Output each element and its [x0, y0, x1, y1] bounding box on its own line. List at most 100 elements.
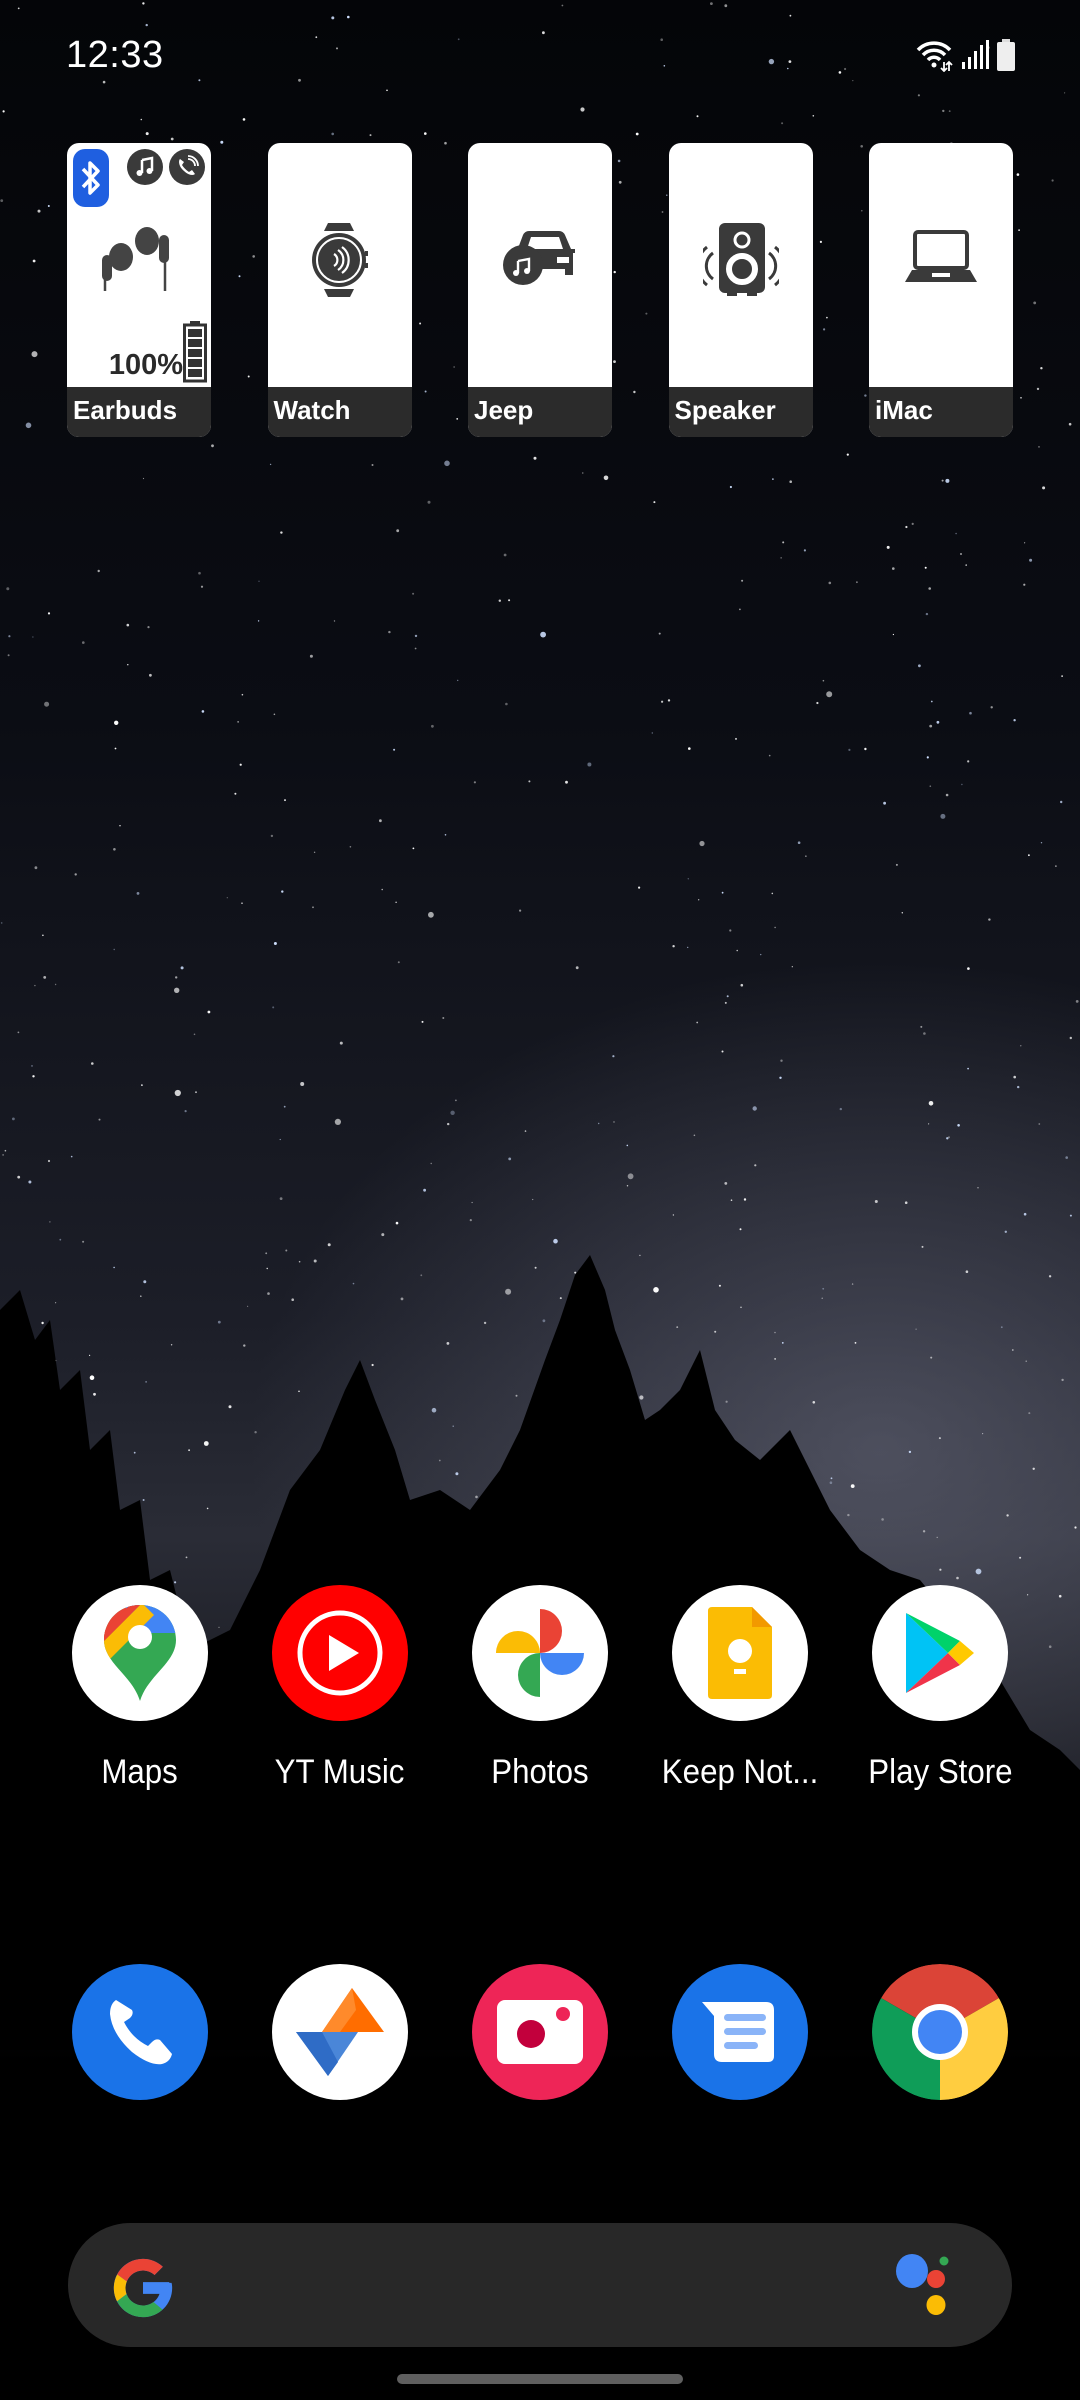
device-widget-imac[interactable]: iMac	[869, 143, 1013, 437]
star	[193, 1033, 196, 1036]
star	[969, 711, 972, 715]
star	[540, 631, 546, 638]
google-g-icon[interactable]	[108, 2253, 178, 2323]
star	[59, 1238, 62, 1241]
star	[280, 531, 283, 534]
app-maps[interactable]: Maps	[40, 1585, 240, 1792]
star	[696, 1021, 699, 1024]
google-assistant-icon[interactable]	[896, 2251, 966, 2321]
star	[237, 721, 239, 723]
star	[598, 1122, 600, 1125]
star	[395, 1221, 399, 1225]
star	[772, 478, 774, 480]
star	[175, 976, 178, 979]
star	[279, 1138, 281, 1141]
star	[724, 1001, 727, 1004]
app-label: Keep Not...	[661, 1753, 819, 1791]
dock	[40, 1964, 1040, 2100]
star	[17, 1031, 20, 1034]
device-widget-watch[interactable]: Watch	[267, 143, 412, 437]
star	[603, 475, 609, 481]
star	[270, 834, 274, 838]
speaker-icon	[669, 143, 813, 387]
star	[839, 1107, 842, 1111]
star	[760, 953, 762, 956]
star	[967, 967, 970, 970]
google-search-bar[interactable]	[68, 2223, 1012, 2347]
widget-label: Speaker	[668, 387, 813, 437]
star	[2, 1154, 4, 1156]
app-label: Maps	[101, 1753, 179, 1791]
star	[114, 747, 117, 750]
app-keep-notes[interactable]: Keep Not...	[640, 1585, 840, 1792]
star	[892, 567, 895, 570]
star	[789, 480, 792, 484]
star	[42, 934, 44, 937]
widget-label: Jeep	[468, 387, 612, 437]
star	[768, 754, 771, 757]
camera-icon	[472, 1964, 608, 2100]
files-icon	[272, 1964, 408, 2100]
star	[928, 1101, 934, 1106]
star	[498, 599, 501, 602]
battery-icon	[997, 39, 1015, 71]
star	[895, 863, 898, 866]
star	[533, 456, 537, 460]
star	[805, 855, 807, 857]
star	[423, 1188, 426, 1192]
star	[828, 581, 832, 585]
star	[421, 1020, 424, 1023]
device-widget-speaker[interactable]: Speaker	[668, 143, 813, 437]
star	[780, 557, 782, 559]
star	[145, 132, 149, 136]
star	[91, 1062, 94, 1065]
star	[739, 1228, 742, 1231]
dock-app-files[interactable]	[240, 1964, 440, 2100]
star	[553, 1238, 558, 1244]
star	[126, 623, 130, 627]
star	[752, 1106, 757, 1111]
dock-app-messages[interactable]	[640, 1964, 840, 2100]
star	[414, 647, 417, 650]
star	[257, 620, 260, 622]
star	[929, 785, 932, 787]
star	[1013, 719, 1016, 722]
app-yt-music[interactable]: YT Music	[240, 1585, 440, 1792]
star	[369, 134, 372, 137]
star	[1033, 301, 1037, 305]
star	[1013, 1075, 1016, 1079]
star	[911, 522, 914, 526]
star	[926, 756, 929, 759]
star	[2, 110, 5, 113]
dock-app-phone[interactable]	[40, 1964, 240, 2100]
star	[960, 553, 962, 555]
star	[781, 122, 784, 125]
dock-app-chrome[interactable]	[840, 1964, 1040, 2100]
star	[653, 501, 656, 504]
device-widget-jeep[interactable]: Jeep	[468, 143, 612, 437]
star	[113, 848, 116, 851]
star	[726, 995, 729, 998]
star	[864, 747, 867, 751]
star	[936, 720, 940, 724]
gesture-nav-handle[interactable]	[397, 2374, 683, 2384]
star	[967, 760, 970, 763]
app-photos[interactable]: Photos	[440, 1585, 640, 1792]
star	[180, 966, 184, 970]
star	[816, 701, 819, 705]
star	[242, 118, 246, 121]
device-widget-earbuds[interactable]: 100% Earbuds	[67, 143, 211, 437]
dock-app-camera[interactable]	[440, 1964, 640, 2100]
star	[450, 1110, 455, 1116]
widget-label: Watch	[267, 387, 412, 437]
star	[331, 132, 335, 136]
star	[687, 878, 689, 880]
star	[930, 700, 933, 703]
star	[272, 1006, 275, 1009]
star	[924, 566, 927, 569]
status-bar: 12:33	[0, 0, 1080, 110]
app-play-store[interactable]: Play Store	[840, 1585, 1040, 1792]
star	[455, 1099, 457, 1102]
star	[754, 1164, 757, 1167]
star	[945, 478, 950, 483]
